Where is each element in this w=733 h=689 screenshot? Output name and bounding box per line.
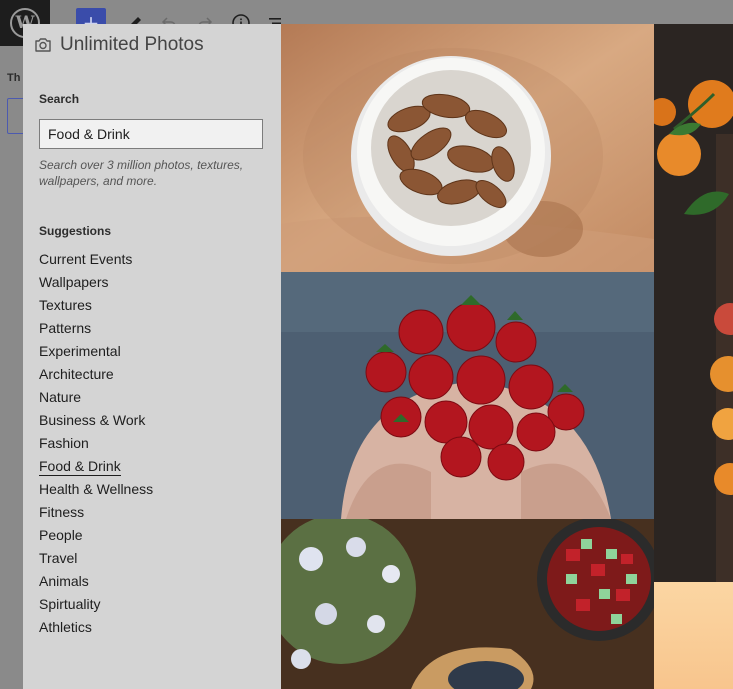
suggestion-item[interactable]: Architecture	[39, 363, 153, 386]
suggestion-item[interactable]: Spirtuality	[39, 593, 153, 616]
search-input[interactable]	[39, 119, 263, 149]
panel-brand: Unlimited Photos	[33, 34, 204, 56]
suggestions-label: Suggestions	[39, 224, 112, 238]
suggestion-item[interactable]: Fitness	[39, 501, 153, 524]
suggestion-item[interactable]: Business & Work	[39, 409, 153, 432]
camera-icon	[35, 38, 51, 52]
photo-salad-table[interactable]	[281, 519, 654, 689]
suggestion-item[interactable]: Current Events	[39, 248, 153, 271]
panel-title: Unlimited Photos	[60, 34, 204, 55]
suggestion-item[interactable]: People	[39, 524, 153, 547]
suggestion-item[interactable]: Athletics	[39, 616, 153, 639]
search-help-text: Search over 3 million photos, textures, …	[39, 158, 244, 188]
suggestion-item[interactable]: Patterns	[39, 317, 153, 340]
editor-sidebar: Th	[0, 46, 27, 689]
suggestion-item[interactable]: Food & Drink	[39, 455, 153, 478]
suggestion-item[interactable]: Health & Wellness	[39, 478, 153, 501]
editor-sidebar-label: Th	[7, 72, 21, 84]
suggestion-item[interactable]: Textures	[39, 294, 153, 317]
suggestions-list: Current Events Wallpapers Textures Patte…	[39, 248, 153, 639]
photo-oranges[interactable]	[654, 24, 733, 582]
photo-almonds[interactable]	[281, 24, 654, 272]
suggestion-item[interactable]: Experimental	[39, 340, 153, 363]
search-label: Search	[39, 92, 80, 106]
photo-peach-texture[interactable]	[654, 582, 733, 689]
photo-library-panel: Unlimited Photos Search Search over 3 mi…	[23, 24, 281, 689]
suggestion-item[interactable]: Travel	[39, 547, 153, 570]
suggestion-item[interactable]: Animals	[39, 570, 153, 593]
suggestion-item[interactable]: Wallpapers	[39, 271, 153, 294]
photo-strawberries[interactable]	[281, 272, 654, 519]
suggestion-item[interactable]: Nature	[39, 386, 153, 409]
suggestion-item[interactable]: Fashion	[39, 432, 153, 455]
